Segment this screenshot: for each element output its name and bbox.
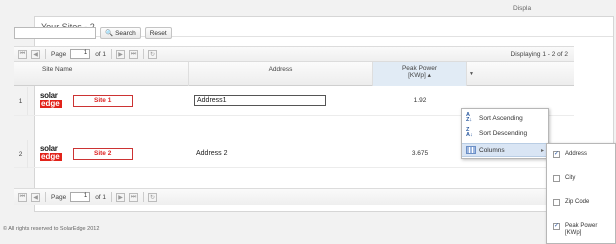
site-name-link[interactable]: Site 2 <box>73 148 133 160</box>
solaredge-logo: solar edge <box>40 145 66 163</box>
display-count-truncated: Displa <box>513 5 532 12</box>
column-header-peak-power[interactable]: Peak Power [KWp] ▴ <box>373 62 467 86</box>
checkbox-unchecked-icon[interactable] <box>553 199 560 206</box>
checkbox-checked-icon[interactable]: ✓ <box>553 223 560 230</box>
logo-text-bottom: edge <box>40 100 62 108</box>
search-button-label: Search <box>115 29 136 37</box>
refresh-icon[interactable]: ↻ <box>148 192 158 202</box>
menu-item-columns[interactable]: Columns ▸ <box>462 143 548 157</box>
solaredge-logo: solar edge <box>40 92 66 110</box>
column-toggle-label: Zip Code <box>565 199 590 205</box>
search-input[interactable] <box>14 27 96 39</box>
column-header-address[interactable]: Address <box>189 62 373 86</box>
page-number-input[interactable]: 1 <box>70 192 91 202</box>
logo-text-bottom: edge <box>40 153 62 161</box>
first-page-icon[interactable]: ⏮ <box>18 192 27 202</box>
row-number: 1 <box>14 87 28 115</box>
peak-power-cell: 3.675 <box>411 150 429 157</box>
column-menu-trigger[interactable]: ▼ <box>467 62 477 86</box>
toolbar-separator <box>143 49 145 59</box>
row-number: 2 <box>14 140 28 168</box>
peak-power-unit: [KWp] ▴ <box>408 72 431 79</box>
columns-submenu: ✓ Address City Zip Code ✓ Peak Power [KW… <box>546 143 616 244</box>
reset-button[interactable]: Reset <box>144 27 172 39</box>
page-label: Page <box>51 193 67 201</box>
toolbar-separator <box>45 192 46 202</box>
column-toggle-peak-power[interactable]: ✓ Peak Power [KWp] <box>553 223 611 237</box>
column-header-site-name[interactable]: Site Name <box>36 62 189 86</box>
toolbar-separator <box>45 49 46 59</box>
menu-item-label: Sort Ascending <box>479 114 523 122</box>
peak-power-label: Peak Power <box>401 65 438 72</box>
first-page-icon[interactable]: ⏮ <box>18 49 27 59</box>
checkbox-unchecked-icon[interactable] <box>553 175 560 182</box>
next-page-icon[interactable]: ▶ <box>116 49 126 59</box>
sort-ascending-icon: A Z↓ <box>466 111 473 123</box>
toolbar-separator <box>143 192 145 202</box>
search-row: 🔍 Search Reset <box>14 27 172 39</box>
bottom-paging-toolbar: ⏮ ◀ Page 1 of 1 ▶ ⏭ ↻ <box>14 188 574 205</box>
prev-page-icon[interactable]: ◀ <box>31 192 40 202</box>
column-toggle-city[interactable]: City <box>553 175 575 182</box>
peak-power-cell: 1.92 <box>413 97 427 104</box>
prev-page-icon[interactable]: ◀ <box>31 49 40 59</box>
refresh-icon[interactable]: ↻ <box>148 49 158 59</box>
menu-item-label: Sort Descending <box>479 129 528 137</box>
grid-header: Site Name Address Peak Power [KWp] ▴ ▼ <box>14 62 574 86</box>
next-page-icon[interactable]: ▶ <box>116 192 126 202</box>
footer-copyright: © All rights reserved to SolarEdge 2012 <box>3 226 100 232</box>
magnifier-icon: 🔍 <box>105 30 114 37</box>
chevron-right-icon: ▸ <box>540 147 544 154</box>
site-name-link[interactable]: Site 1 <box>73 95 133 107</box>
address-cell[interactable]: Address1 <box>194 95 326 106</box>
paging-toolbar: ⏮ ◀ Page 1 of 1 ▶ ⏭ ↻ Displaying 1 - 2 o… <box>14 46 574 62</box>
column-menu: A Z↓ Sort Ascending Z A↓ Sort Descending C… <box>461 108 549 159</box>
sort-descending-icon: Z A↓ <box>466 126 473 138</box>
page-of-label: of 1 <box>95 193 107 201</box>
page-number-input[interactable]: 1 <box>70 49 91 59</box>
display-count: Displaying 1 - 2 of 2 <box>510 51 568 58</box>
menu-item-sort-descending[interactable]: Z A↓ Sort Descending <box>462 126 548 140</box>
page-label: Page <box>51 50 67 58</box>
search-button[interactable]: 🔍 Search <box>100 27 141 39</box>
page-of-label: of 1 <box>95 50 107 58</box>
menu-item-label: Columns <box>479 146 505 154</box>
chevron-down-icon: ▼ <box>469 71 474 77</box>
checkbox-checked-icon[interactable]: ✓ <box>553 151 560 158</box>
address-cell: Address 2 <box>196 150 228 157</box>
columns-icon <box>466 146 476 154</box>
toolbar-separator <box>111 49 113 59</box>
column-toggle-label: City <box>565 175 576 181</box>
last-page-icon[interactable]: ⏭ <box>129 49 139 59</box>
toolbar-separator <box>111 192 113 202</box>
last-page-icon[interactable]: ⏭ <box>129 192 139 202</box>
column-toggle-address[interactable]: ✓ Address <box>553 151 587 158</box>
column-toggle-label: Address <box>565 151 588 157</box>
menu-item-sort-ascending[interactable]: A Z↓ Sort Ascending <box>462 111 548 125</box>
column-toggle-label: Peak Power [KWp] <box>565 223 598 236</box>
column-toggle-zip-code[interactable]: Zip Code <box>553 199 589 206</box>
